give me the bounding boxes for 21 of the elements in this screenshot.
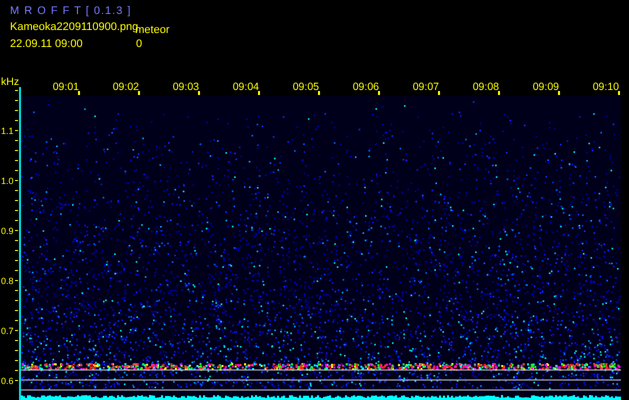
time-label: 09:06 bbox=[352, 81, 379, 93]
time-label: 09:01 bbox=[52, 81, 79, 93]
time-label: 09:05 bbox=[292, 81, 319, 93]
time-label: 09:07 bbox=[412, 81, 439, 93]
frequency-label: 0.8 bbox=[1, 276, 14, 286]
file-name: Kameoka2209110900.png bbox=[10, 20, 138, 33]
frequency-label: 1.0 bbox=[1, 176, 14, 186]
time-label: 09:04 bbox=[232, 81, 259, 93]
detection-count: 0 bbox=[136, 37, 142, 52]
time-label: 09:08 bbox=[472, 81, 499, 93]
time-label: 09:02 bbox=[112, 81, 139, 93]
time-label: 09:10 bbox=[592, 81, 619, 93]
axis-unit-label: kHz bbox=[1, 76, 20, 88]
app-title: M R O F F T [ 0.1.3 ] bbox=[10, 4, 132, 19]
timestamp: 22.09.11 09:00 bbox=[10, 37, 84, 52]
time-label: 09:09 bbox=[532, 81, 559, 93]
frequency-label: 0.7 bbox=[1, 326, 14, 336]
time-label: 09:03 bbox=[172, 81, 199, 93]
frequency-label: 1.1 bbox=[1, 126, 14, 136]
frequency-label: 0.6 bbox=[1, 376, 14, 386]
frequency-label: 0.9 bbox=[1, 226, 14, 236]
